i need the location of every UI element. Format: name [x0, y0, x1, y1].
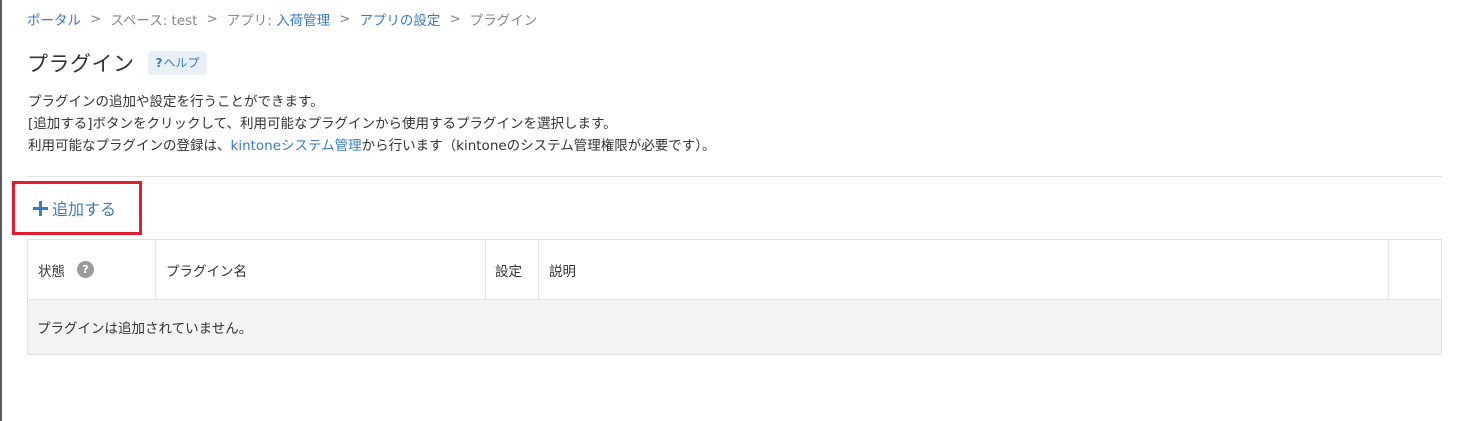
plugin-settings-page: ポータル > スペース: test > アプリ: 入荷管理 > アプリの設定 >… — [0, 0, 1466, 421]
description-line-3-before: 利用可能なプラグインの登録は、 — [28, 138, 231, 154]
description-line-1: プラグインの追加や設定を行うことができます。 — [28, 94, 324, 110]
breadcrumb-portal[interactable]: ポータル — [27, 9, 81, 29]
column-plugin-name-label: プラグイン名 — [166, 263, 247, 280]
breadcrumb-separator: > — [339, 11, 351, 27]
page-description: プラグインの追加や設定を行うことができます。 [追加する]ボタンをクリックして、… — [28, 91, 716, 157]
plus-icon — [33, 200, 48, 216]
breadcrumb: ポータル > スペース: test > アプリ: 入荷管理 > アプリの設定 >… — [27, 9, 537, 29]
plugin-table: 状態 ? プラグイン名 設定 説明 プラグインは追加されていません。 — [27, 239, 1442, 355]
page-title: プラグイン — [27, 52, 135, 76]
add-plugin-label: 追加する — [52, 200, 117, 219]
question-icon[interactable]: ? — [77, 261, 94, 278]
column-header-plugin-name: プラグイン名 — [156, 240, 486, 299]
title-row: プラグイン ? ヘルプ — [27, 48, 208, 78]
column-header-setting: 設定 — [486, 240, 539, 299]
column-header-actions — [1389, 240, 1441, 299]
description-line-3-after: から行います（kintoneのシステム管理権限が必要です）。 — [361, 138, 716, 154]
help-icon: ? — [155, 55, 163, 70]
section-divider — [27, 176, 1442, 177]
breadcrumb-separator: > — [449, 11, 461, 27]
help-button[interactable]: ? ヘルプ — [147, 51, 208, 75]
empty-table-row: プラグインは追加されていません。 — [28, 300, 1441, 354]
help-label: ヘルプ — [163, 56, 200, 70]
add-plugin-button[interactable]: 追加する — [12, 181, 142, 235]
description-line-3: 利用可能なプラグインの登録は、kintoneシステム管理から行います（kinto… — [28, 135, 716, 157]
column-header-status: 状態 ? — [28, 240, 156, 299]
breadcrumb-separator: > — [90, 11, 102, 27]
breadcrumb-app-settings[interactable]: アプリの設定 — [359, 9, 440, 29]
column-header-description: 説明 — [539, 240, 1389, 299]
breadcrumb-app-prefix: アプリ: — [226, 13, 277, 29]
breadcrumb-space: スペース: test — [110, 13, 198, 29]
column-status-label: 状態 — [38, 263, 65, 280]
description-line-2: [追加する]ボタンをクリックして、利用可能なプラグインから使用するプラグインを選… — [28, 116, 617, 132]
table-header: 状態 ? プラグイン名 設定 説明 — [28, 240, 1441, 300]
column-description-label: 説明 — [549, 263, 576, 280]
breadcrumb-current: プラグイン — [469, 13, 538, 29]
breadcrumb-separator: > — [206, 11, 218, 27]
column-setting-label: 設定 — [495, 263, 522, 280]
empty-message: プラグインは追加されていません。 — [37, 321, 253, 337]
breadcrumb-app[interactable]: 入荷管理 — [276, 9, 330, 29]
window-edge — [0, 0, 2, 421]
system-admin-link[interactable]: kintoneシステム管理 — [231, 138, 362, 154]
